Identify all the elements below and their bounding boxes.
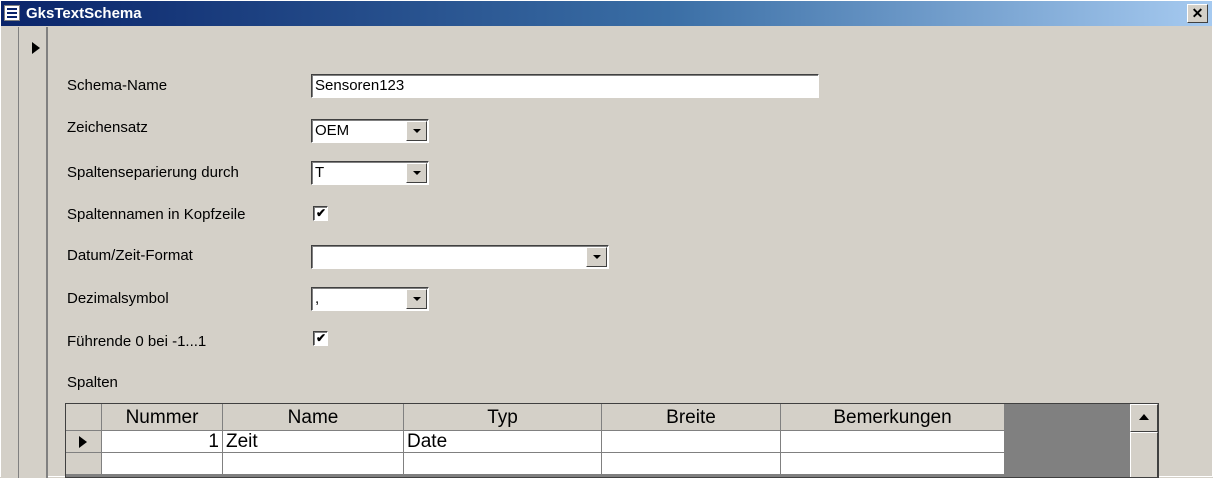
column-separator-select[interactable]: T [311, 161, 429, 185]
cell-nummer[interactable]: 1 [102, 431, 223, 453]
schema-name-label: Schema-Name [67, 77, 168, 94]
cell-breite[interactable] [602, 431, 781, 453]
header-row-checkbox[interactable]: ✔ [313, 206, 328, 221]
cell-bemerkungen[interactable] [781, 431, 1005, 453]
decimal-symbol-label: Dezimalsymbol [67, 290, 169, 307]
row-selector[interactable] [66, 453, 102, 475]
scroll-thumb[interactable] [1130, 432, 1158, 477]
datetime-format-label: Datum/Zeit-Format [67, 247, 193, 264]
form-window: GksTextSchema ✕ Schema-Name Sensoren123 … [0, 0, 1213, 478]
row-selector[interactable] [66, 431, 102, 453]
decimal-symbol-select[interactable]: , [311, 287, 429, 311]
close-button[interactable]: ✕ [1187, 4, 1208, 23]
cell-name[interactable] [223, 453, 404, 475]
form-left-edge [1, 27, 19, 478]
column-separator-value: T [315, 164, 325, 181]
columns-datasheet: Nummer Name Typ Breite Bemerkungen 1 Zei… [65, 403, 1159, 478]
cell-name[interactable]: Zeit [223, 431, 404, 453]
cell-typ[interactable]: Date [404, 431, 602, 453]
window-title: GksTextSchema [26, 5, 142, 22]
title-bar[interactable]: GksTextSchema ✕ [1, 1, 1212, 26]
record-pointer-icon [79, 436, 87, 448]
check-icon: ✔ [316, 206, 327, 220]
leading-zero-checkbox[interactable]: ✔ [313, 331, 328, 346]
vertical-scrollbar[interactable] [1130, 404, 1158, 477]
column-separator-dropdown-button[interactable] [406, 163, 427, 183]
leading-zero-label: Führende 0 bei -1...1 [67, 333, 207, 350]
datetime-format-select[interactable] [311, 245, 609, 269]
charset-dropdown-button[interactable] [406, 121, 427, 141]
form-icon[interactable] [4, 5, 20, 21]
decimal-symbol-value: , [315, 290, 320, 307]
cell-nummer[interactable] [102, 453, 223, 475]
check-icon: ✔ [316, 331, 327, 345]
cell-breite[interactable] [602, 453, 781, 475]
grid-corner[interactable] [66, 404, 102, 431]
decimal-symbol-dropdown-button[interactable] [406, 289, 427, 309]
schema-name-field[interactable]: Sensoren123 [311, 74, 819, 98]
column-header-nummer[interactable]: Nummer [102, 404, 223, 431]
scroll-up-button[interactable] [1130, 404, 1158, 432]
cell-typ[interactable] [404, 453, 602, 475]
columns-section-label: Spalten [67, 374, 118, 391]
close-icon: ✕ [1191, 5, 1204, 21]
charset-value: OEM [315, 122, 350, 139]
header-row-label: Spaltennamen in Kopfzeile [67, 206, 246, 223]
charset-select[interactable]: OEM [311, 119, 429, 143]
record-selector[interactable] [19, 27, 48, 478]
cell-bemerkungen[interactable] [781, 453, 1005, 475]
column-header-typ[interactable]: Typ [404, 404, 602, 431]
column-separator-label: Spaltenseparierung durch [67, 164, 239, 181]
column-header-bemerkungen[interactable]: Bemerkungen [781, 404, 1005, 431]
column-header-name[interactable]: Name [223, 404, 404, 431]
column-header-breite[interactable]: Breite [602, 404, 781, 431]
record-pointer-icon [32, 42, 40, 54]
datetime-format-dropdown-button[interactable] [586, 247, 607, 267]
charset-label: Zeichensatz [67, 119, 148, 136]
